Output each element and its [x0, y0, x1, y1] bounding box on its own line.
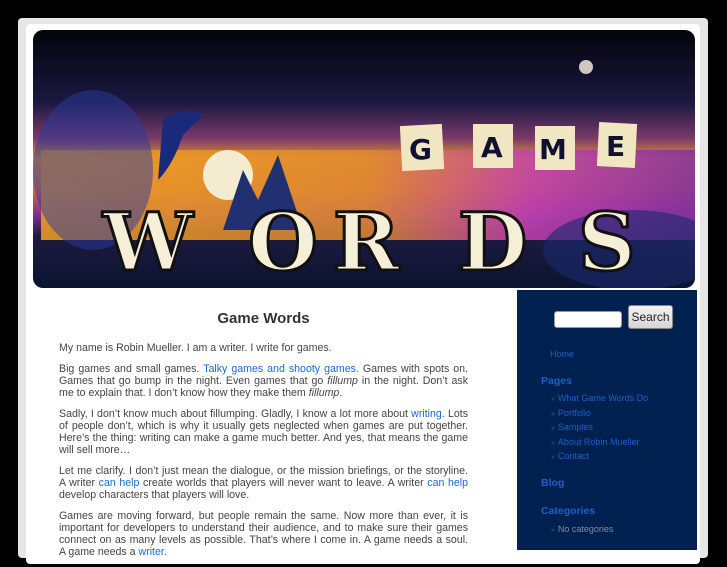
svg-text:W: W [102, 195, 194, 288]
svg-text:G: G [409, 133, 432, 166]
text: create worlds that players will never wa… [139, 477, 428, 489]
sidebar: Search Home Pages » What Game Words Do » P… [517, 290, 697, 550]
category-label: No categories [557, 524, 614, 534]
link-label[interactable]: About Robin Mueller [558, 437, 640, 447]
can-help-link[interactable]: can help [99, 477, 140, 489]
pages-list: » What Game Words Do » Portfolio » Samples … [551, 391, 648, 464]
writer-link[interactable]: writer [139, 546, 164, 558]
text: Games are moving forward, but people rem… [59, 510, 468, 558]
header-logo-image: WORDS G A M E [33, 30, 695, 288]
search-input[interactable] [554, 311, 622, 328]
link-label[interactable]: Contact [558, 451, 589, 461]
svg-text:S: S [578, 195, 636, 288]
categories-list: » No categories [551, 522, 613, 537]
svg-text:O: O [248, 195, 318, 288]
text: develop characters that players will lov… [59, 489, 250, 501]
search-button[interactable]: Search [628, 305, 673, 329]
writing-link[interactable]: writing [411, 408, 442, 420]
bullet-icon: » [551, 425, 555, 432]
main-content: Game Words My name is Robin Mueller. I a… [59, 310, 468, 567]
category-item: » No categories [551, 522, 613, 537]
categories-heading: Categories [541, 505, 596, 517]
can-help-link-2[interactable]: can help [427, 477, 468, 489]
emphasis: fillump [308, 387, 340, 399]
sidebar-item-what-game-words-do[interactable]: » What Game Words Do [551, 391, 648, 406]
paragraph-3: Sadly, I don’t know much about fillumpin… [59, 408, 468, 456]
text: Big games and small games. [59, 363, 204, 375]
sidebar-link-home[interactable]: Home [550, 349, 574, 359]
text: . [163, 546, 167, 558]
sidebar-item-about[interactable]: » About Robin Mueller [551, 435, 648, 450]
bullet-icon: » [551, 410, 555, 418]
talky-games-link[interactable]: Talky games and shooty games. [203, 363, 359, 375]
bullet-icon: » [551, 527, 555, 534]
text: . [339, 387, 343, 399]
emphasis: fillump [327, 375, 358, 387]
sidebar-item-contact[interactable]: » Contact [551, 449, 648, 464]
paragraph-2: Big games and small games. Talky games a… [59, 363, 468, 399]
sidebar-item-samples[interactable]: » Samples [551, 420, 648, 435]
text: Sadly, I don’t know much about fillumpin… [59, 408, 412, 420]
page-title: Game Words [217, 310, 310, 327]
link-label[interactable]: Portfolio [558, 408, 591, 418]
link-label[interactable]: Samples [558, 422, 593, 432]
blog-heading-link[interactable]: Blog [541, 477, 564, 489]
svg-text:E: E [606, 130, 625, 163]
sidebar-item-portfolio[interactable]: » Portfolio [551, 406, 648, 421]
svg-text:A: A [481, 131, 503, 164]
bullet-icon: » [551, 396, 555, 403]
paragraph-5: Games are moving forward, but people rem… [59, 510, 468, 558]
svg-text:R: R [333, 195, 400, 288]
svg-text:D: D [458, 195, 527, 288]
link-label[interactable]: What Game Words Do [558, 393, 648, 403]
paragraph-4: Let me clarify. I don’t just mean the di… [59, 465, 468, 501]
intro-paragraph: My name is Robin Mueller. I am a writer.… [59, 342, 332, 354]
pages-heading: Pages [541, 375, 572, 387]
header-banner[interactable]: WORDS G A M E [33, 30, 695, 288]
bullet-icon: » [551, 454, 555, 461]
svg-text:M: M [539, 133, 567, 166]
bullet-icon: » [551, 439, 555, 447]
